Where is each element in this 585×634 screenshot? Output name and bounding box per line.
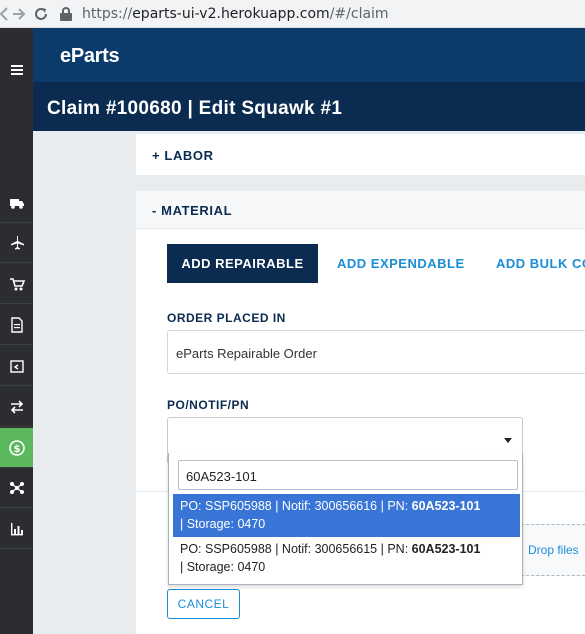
option-pn: 60A523-101 — [411, 542, 481, 556]
reload-icon[interactable] — [30, 0, 52, 28]
option-storage: | Storage: 0470 — [180, 517, 266, 531]
document-icon[interactable] — [0, 305, 33, 345]
dropdown-option[interactable]: PO: SSP605988 | Notif: 300656616 | PN: 6… — [173, 494, 520, 537]
sidebar: $ — [0, 28, 33, 634]
chevron-down-icon[interactable] — [504, 438, 512, 443]
svg-text:$: $ — [13, 444, 20, 455]
dropdown-option[interactable]: PO: SSP605988 | Notif: 300656615 | PN: 6… — [173, 537, 520, 580]
bar-chart-icon[interactable] — [0, 509, 33, 549]
back-icon[interactable] — [0, 0, 8, 28]
order-placed-label: ORDER PLACED IN — [167, 311, 286, 325]
airplane-icon[interactable] — [0, 223, 33, 263]
option-pn: 60A523-101 — [411, 499, 481, 513]
order-placed-value: eParts Repairable Order — [176, 346, 317, 361]
app-header: eParts — [33, 28, 585, 82]
app-logo[interactable]: eParts — [60, 45, 120, 68]
po-dropdown: 60A523-101 PO: SSP605988 | Notif: 300656… — [168, 453, 523, 585]
po-notif-pn-label: PO/NOTIF/PN — [167, 398, 250, 412]
menu-icon[interactable] — [0, 50, 33, 90]
url-scheme: https:// — [82, 5, 133, 22]
labor-toggle[interactable]: + LABOR — [152, 148, 214, 163]
cart-icon[interactable] — [0, 264, 33, 304]
dropdown-search-input[interactable]: 60A523-101 — [178, 460, 518, 490]
order-placed-field[interactable]: eParts Repairable Order — [167, 330, 585, 374]
address-bar[interactable]: https://eparts-ui-v2.herokuapp.com/#/cla… — [60, 0, 585, 28]
tab-add-repairable[interactable]: ADD REPAIRABLE — [167, 244, 318, 283]
material-header[interactable]: - MATERIAL — [136, 191, 585, 229]
exchange-icon[interactable] — [0, 387, 33, 427]
dropzone-text: Drop files — [528, 543, 579, 557]
network-icon[interactable] — [0, 468, 33, 508]
labor-panel[interactable]: + LABOR — [136, 134, 585, 175]
title-bar: Claim #100680 | Edit Squawk #1 — [33, 82, 585, 131]
cancel-button[interactable]: CANCEL — [167, 589, 240, 619]
option-text: PO: SSP605988 | Notif: 300656615 | PN: — [180, 542, 412, 556]
option-storage: | Storage: 0470 — [180, 560, 266, 574]
tab-add-bulk[interactable]: ADD BULK CO — [496, 244, 585, 283]
dollar-icon[interactable]: $ — [0, 428, 33, 468]
page-title: Claim #100680 | Edit Squawk #1 — [47, 98, 343, 119]
url-host: eparts-ui-v2.herokuapp.com — [132, 5, 330, 22]
lock-icon — [60, 6, 72, 21]
truck-icon[interactable] — [0, 183, 33, 223]
url-path: /#/claim — [329, 5, 389, 22]
return-box-icon[interactable] — [0, 346, 33, 386]
option-text: PO: SSP605988 | Notif: 300656616 | PN: — [180, 499, 412, 513]
tab-add-expendable[interactable]: ADD EXPENDABLE — [337, 244, 465, 283]
material-toggle[interactable]: - MATERIAL — [152, 203, 232, 218]
file-dropzone[interactable]: Drop files — [521, 524, 585, 576]
browser-toolbar: https://eparts-ui-v2.herokuapp.com/#/cla… — [0, 0, 585, 28]
forward-icon[interactable] — [8, 0, 30, 28]
dropdown-search-value: 60A523-101 — [186, 469, 257, 484]
